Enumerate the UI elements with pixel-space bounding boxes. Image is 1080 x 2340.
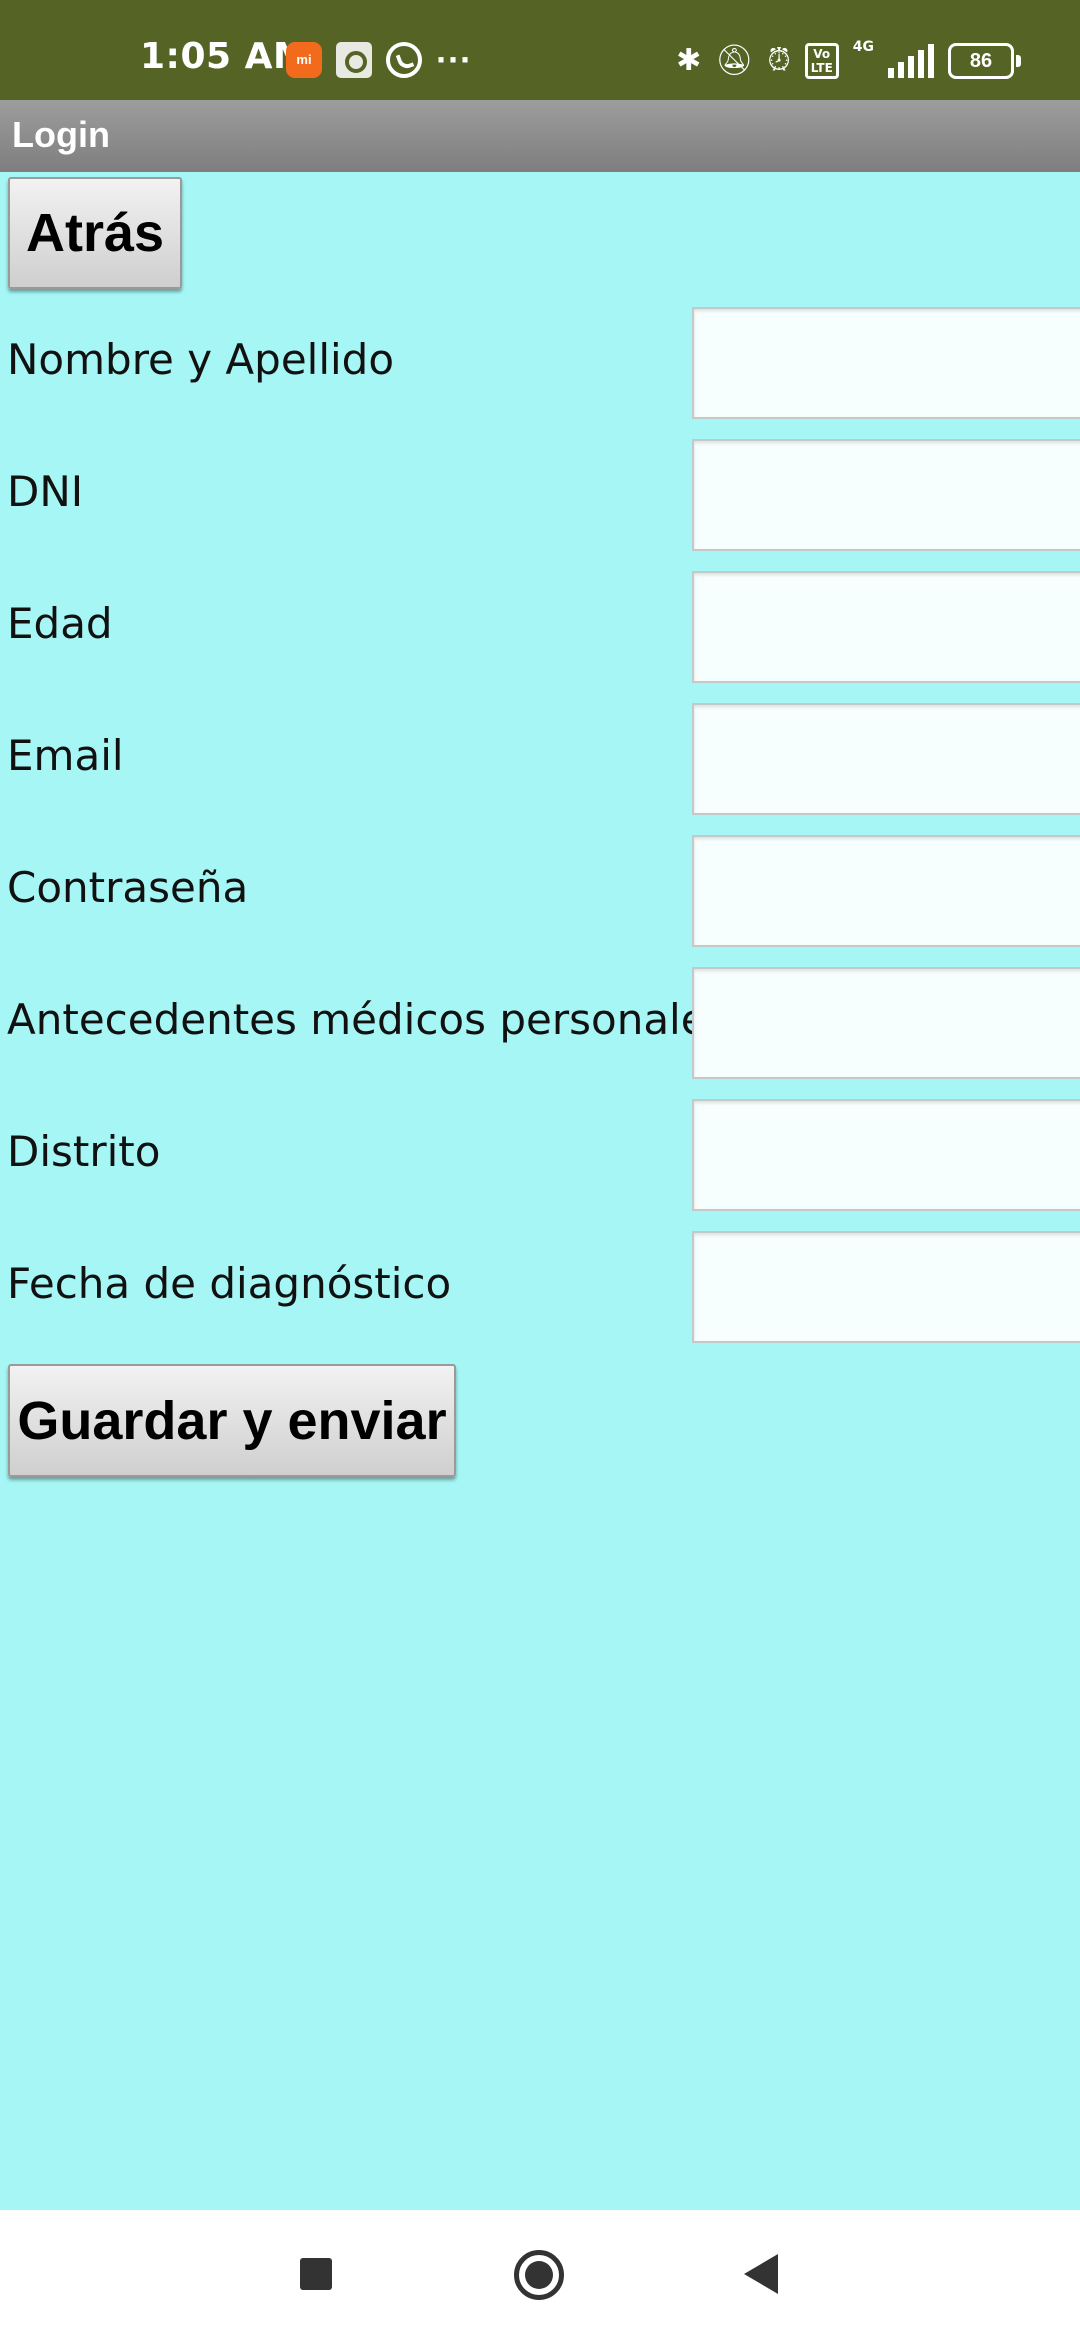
- age-label: Edad: [7, 599, 113, 648]
- title-bar: Login: [0, 100, 1080, 172]
- dni-label: DNI: [7, 467, 84, 516]
- password-input[interactable]: [692, 835, 1080, 947]
- silent-bell-icon: 🔕︎: [715, 43, 754, 78]
- notification-icons: mi ···: [286, 40, 486, 80]
- name-input[interactable]: [692, 307, 1080, 419]
- recents-button[interactable]: [300, 2258, 332, 2290]
- form-row-dni: DNI: [0, 439, 1080, 553]
- dni-input[interactable]: [692, 439, 1080, 551]
- network-type: 4G: [852, 39, 874, 55]
- back-button[interactable]: Atrás: [8, 177, 182, 289]
- diagnosis-date-input[interactable]: [692, 1231, 1080, 1343]
- age-input[interactable]: [692, 571, 1080, 683]
- form-row-medical-history: Antecedentes médicos personales: [0, 967, 1080, 1081]
- password-label: Contraseña: [7, 863, 249, 912]
- form-row-diagnosis-date: Fecha de diagnóstico: [0, 1231, 1080, 1345]
- battery-icon: 86: [948, 43, 1021, 79]
- form-row-password: Contraseña: [0, 835, 1080, 949]
- form-row-email: Email: [0, 703, 1080, 817]
- gallery-icon: [336, 42, 372, 78]
- nav-back-button[interactable]: [744, 2254, 778, 2294]
- status-time: 1:05 AM: [140, 36, 310, 77]
- status-bar: 1:05 AM mi ··· ✱ 🔕︎ ⏰︎ Vo LTE 4G 86: [0, 0, 1080, 100]
- form-row-name: Nombre y Apellido: [0, 307, 1080, 421]
- email-label: Email: [7, 731, 124, 780]
- system-icons: ✱ 🔕︎ ⏰︎ Vo LTE 4G 86: [676, 39, 1021, 82]
- alarm-icon: ⏰︎: [767, 43, 791, 78]
- name-label: Nombre y Apellido: [7, 335, 395, 384]
- volte-icon: Vo LTE: [804, 43, 839, 79]
- save-and-send-button[interactable]: Guardar y enviar: [8, 1364, 456, 1477]
- medical-history-input[interactable]: [692, 967, 1080, 1079]
- mi-icon: mi: [286, 42, 322, 78]
- bluetooth-icon: ✱: [676, 43, 702, 78]
- whatsapp-icon: [386, 42, 422, 78]
- form-row-district: Distrito: [0, 1099, 1080, 1213]
- more-icon: ···: [436, 39, 472, 80]
- district-label: Distrito: [7, 1127, 161, 1176]
- medical-history-label: Antecedentes médicos personales: [7, 995, 729, 1044]
- email-input[interactable]: [692, 703, 1080, 815]
- form-row-age: Edad: [0, 571, 1080, 685]
- home-button[interactable]: [514, 2250, 564, 2300]
- screen-title: Login: [12, 114, 110, 155]
- diagnosis-date-label: Fecha de diagnóstico: [7, 1259, 452, 1308]
- navigation-bar: [0, 2210, 1080, 2340]
- district-input[interactable]: [692, 1099, 1080, 1211]
- signal-icon: [888, 44, 934, 78]
